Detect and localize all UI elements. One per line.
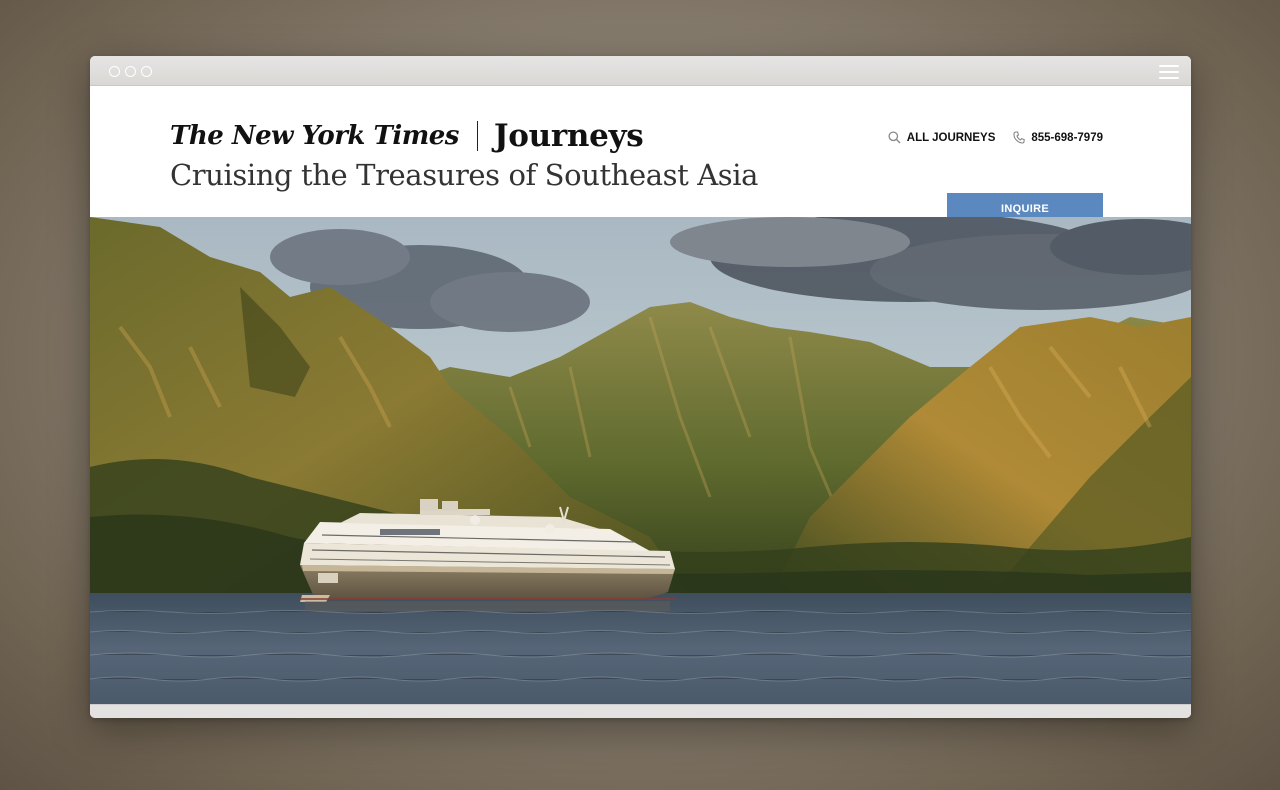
- minimize-button[interactable]: [125, 66, 136, 77]
- all-journeys-label: ALL JOURNEYS: [906, 131, 996, 144]
- window-titlebar: [90, 56, 1191, 86]
- all-journeys-link[interactable]: ALL JOURNEYS: [888, 131, 996, 144]
- maximize-button[interactable]: [141, 66, 152, 77]
- search-icon: [888, 131, 901, 144]
- window-controls: [109, 66, 152, 77]
- logo-divider: [476, 121, 478, 151]
- phone-link[interactable]: 855-698-7979: [1013, 131, 1103, 144]
- phone-icon: [1013, 131, 1026, 144]
- hero-image: [90, 217, 1191, 704]
- site-header: The New York Times Journeys Cruising the…: [90, 86, 1191, 224]
- hamburger-menu-icon[interactable]: [1159, 65, 1179, 79]
- browser-window: The New York Times Journeys Cruising the…: [90, 56, 1191, 718]
- phone-number: 855-698-7979: [1031, 131, 1103, 144]
- journeys-logo: Journeys: [493, 118, 644, 154]
- page-title: Cruising the Treasures of Southeast Asia: [170, 158, 759, 192]
- close-button[interactable]: [109, 66, 120, 77]
- nyt-logo: The New York Times: [170, 121, 459, 151]
- window-bottom-bar: [90, 704, 1191, 718]
- brand-lockup[interactable]: The New York Times Journeys: [170, 118, 644, 154]
- hero-illustration: [90, 217, 1191, 704]
- header-nav: ALL JOURNEYS 855-698-7979: [888, 131, 1103, 144]
